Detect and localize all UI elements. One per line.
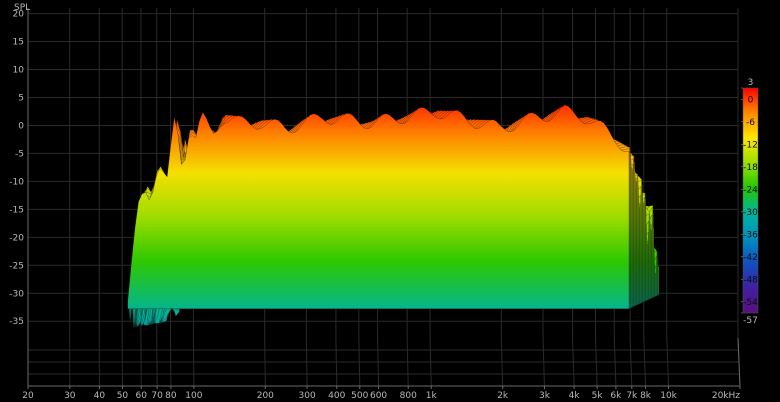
x-tick-label: 60 [136, 391, 148, 401]
colorbar-tick-label: -18 [743, 163, 758, 173]
x-tick-label: 3k [539, 391, 551, 401]
x-tick-label: 40 [94, 391, 106, 401]
waterfall-chart: SPL 20151050-5-10-15-20-25-30-35 20 30 40 5… [9, 3, 759, 401]
y-tick-label: -15 [9, 205, 24, 215]
x-tick-label: 7k [626, 391, 638, 401]
y-tick-label: 20 [13, 10, 25, 20]
colorbar-tick-label: 3 [748, 78, 754, 88]
colorbar-tick-label: 0 [748, 95, 754, 105]
x-tick-label: 80 [165, 391, 177, 401]
y-tick-label: -30 [9, 289, 24, 299]
y-tick-label: 15 [13, 38, 24, 48]
colorbar-tick-label: -6 [746, 118, 755, 128]
x-tick-label: 70 [151, 391, 163, 401]
y-tick-labels: 20 15 10 5 0 -5 -10 -15 -20 -25 -30 -35 [9, 10, 24, 328]
colorbar-tick-label: -48 [743, 275, 758, 285]
x-tick-label: 2k [497, 391, 509, 401]
x-tick-label: 1k [426, 391, 438, 401]
x-tick-label: 800 [400, 391, 417, 401]
colorbar-tick-label: -36 [743, 230, 758, 240]
waterfall-slices [127, 104, 660, 329]
waterfall-slice [127, 104, 630, 309]
floor-grid [27, 337, 741, 387]
x-tick-label: 6k [610, 391, 622, 401]
x-tick-label: 400 [328, 391, 345, 401]
y-tick-label: 0 [18, 121, 24, 131]
x-tick-label: 200 [257, 391, 274, 401]
x-tick-label: 100 [185, 391, 202, 401]
y-tick-label: -10 [9, 177, 24, 187]
x-tick-label: 4k [569, 391, 581, 401]
y-tick-label: -5 [15, 149, 24, 159]
x-tick-label: 10k [660, 391, 677, 401]
colorbar-tick-label: -54 [743, 298, 758, 308]
x-tick-label: 500 [351, 391, 368, 401]
y-tick-label: -25 [9, 261, 24, 271]
x-tick-label: 300 [299, 391, 316, 401]
y-tick-label: 10 [13, 66, 25, 76]
x-tick-label: 600 [370, 391, 387, 401]
y-tick-label: 5 [18, 93, 24, 103]
colorbar-tick-label: -12 [743, 140, 758, 150]
x-tick-label: 50 [117, 391, 129, 401]
y-tick-label: -20 [9, 233, 24, 243]
x-tick-label: 20 [22, 391, 34, 401]
colorbar-tick-label: -24 [743, 185, 758, 195]
y-tick-label: -35 [9, 317, 24, 327]
colorbar-tick-label: -57 [743, 316, 758, 326]
x-tick-label: 8k [640, 391, 652, 401]
x-tick-labels: 20 30 40 50 60 70 80 100 200 300 400 500 600 800 1k 2k 3… [22, 386, 741, 401]
x-tick-label: 30 [64, 391, 76, 401]
colorbar-tick-label: -30 [743, 208, 758, 218]
x-tick-label: 20kHz [712, 391, 740, 401]
x-tick-label: 5k [592, 391, 604, 401]
colorbar: 3 0 -6 -12 -18 -24 -30 -36 -42 -48 -54 -57 [741, 78, 759, 326]
colorbar-tick-label: -42 [743, 253, 758, 263]
